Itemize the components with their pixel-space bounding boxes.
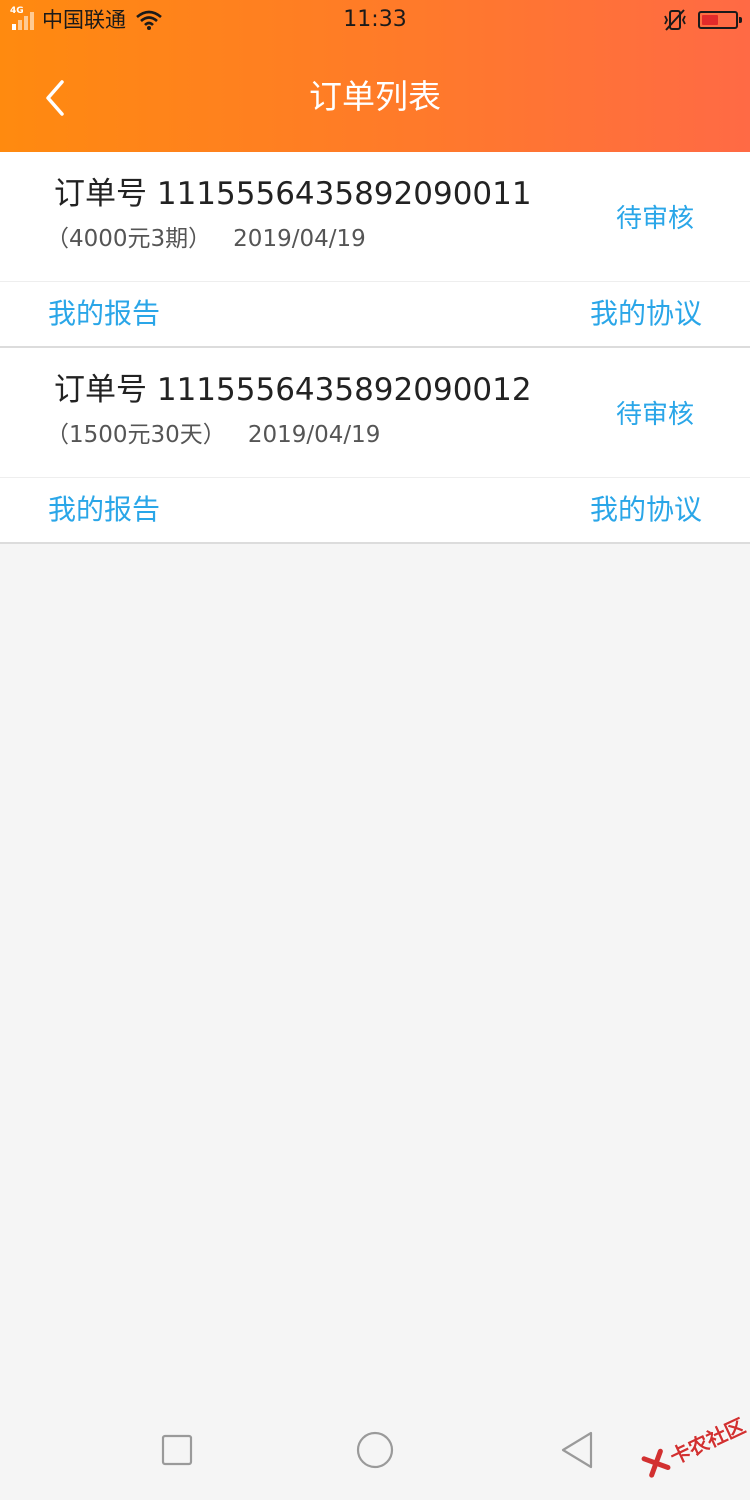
status-right: [662, 6, 742, 34]
battery-icon: [698, 11, 742, 29]
my-report-link[interactable]: 我的报告: [48, 294, 160, 334]
order-status: 待审核: [615, 204, 694, 234]
my-agreement-link[interactable]: 我的协议: [590, 490, 702, 530]
order-card: 订单号 1115556435892090012 （1500元30天） 2019/0…: [0, 348, 750, 544]
vibrate-mute-icon: [664, 9, 686, 31]
square-icon: [161, 1434, 193, 1466]
order-date: 2019/04/19: [233, 226, 366, 252]
order-terms: （4000元3期）: [46, 226, 212, 252]
status-bar: 4G 中国联通 11:33: [0, 0, 750, 40]
order-meta: （4000元3期） 2019/04/19: [46, 222, 366, 256]
home-button[interactable]: [353, 1428, 397, 1472]
nav-back-button[interactable]: [555, 1428, 599, 1472]
order-terms: （1500元30天）: [46, 422, 226, 448]
triangle-back-icon: [561, 1431, 593, 1469]
status-time: 11:33: [343, 7, 407, 32]
order-card: 订单号 1115556435892090011 （4000元3期） 2019/04…: [0, 152, 750, 348]
order-date: 2019/04/19: [247, 422, 381, 448]
my-report-link[interactable]: 我的报告: [48, 490, 160, 530]
recent-apps-button[interactable]: [155, 1428, 199, 1472]
order-info[interactable]: 订单号 1115556435892090011 （4000元3期） 2019/04…: [0, 152, 750, 282]
order-actions: 我的报告 我的协议: [0, 282, 750, 346]
order-info[interactable]: 订单号 1115556435892090012 （1500元30天） 2019/0…: [0, 348, 750, 478]
order-meta: （1500元30天） 2019/04/19: [46, 418, 380, 452]
order-number: 订单号 1115556435892090012: [54, 372, 532, 408]
app-header: 4G 中国联通 11:33 订单列表: [0, 0, 750, 152]
order-number: 订单号 1115556435892090011: [54, 176, 532, 212]
order-status: 待审核: [615, 400, 694, 430]
page-title: 订单列表: [309, 77, 441, 116]
my-agreement-link[interactable]: 我的协议: [590, 294, 702, 334]
circle-icon: [356, 1431, 394, 1469]
watermark-text: 卡农社区: [666, 1413, 749, 1469]
order-list: 订单号 1115556435892090011 （4000元3期） 2019/04…: [0, 152, 750, 544]
order-actions: 我的报告 我的协议: [0, 478, 750, 542]
